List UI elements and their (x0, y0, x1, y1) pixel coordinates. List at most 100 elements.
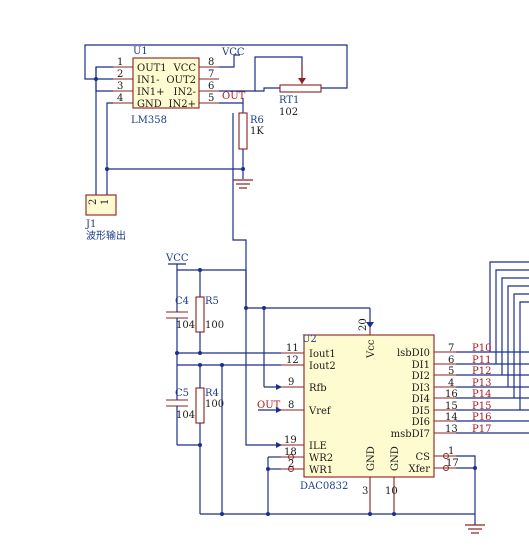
u1-pin1-number: 1 (117, 57, 123, 68)
c4-designator: C4 (175, 296, 189, 307)
rt1-value: 102 (279, 107, 298, 118)
j1-connector: 2 1 J1 波形输出 (85, 194, 126, 242)
u2-pin11-number: 11 (286, 343, 299, 354)
u2-pin10-number: 10 (385, 486, 398, 497)
rt1-potentiometer: RT1 102 (279, 62, 322, 118)
u2-pin6-number: 6 (448, 355, 454, 366)
c5-capacitor: C5 104 (166, 388, 195, 445)
ground-symbol-u2 (465, 524, 485, 534)
u2-pin20-name: Vcc (366, 339, 377, 359)
u2-pin6-name: DI1 (412, 360, 430, 371)
u1-designator: U1 (133, 46, 148, 57)
u2-pin17-number: 17 (446, 458, 459, 469)
r4-resistor: R4 100 (195, 365, 224, 514)
u1-pin4-number: 4 (117, 93, 123, 104)
rfb-arrow-icon (276, 384, 282, 390)
u2-pin9-number: 9 (288, 377, 294, 388)
c5-value: 104 (176, 410, 195, 421)
u2-pin18-number: 18 (284, 447, 297, 458)
u2-pin16-number: 16 (445, 389, 458, 400)
ground-symbol-u1 (233, 179, 253, 189)
u2-pin18-name: WR2 (309, 453, 333, 464)
net-label-p16: P16 (472, 412, 491, 423)
u2-pin14-number: 14 (445, 412, 458, 423)
net-label-p12: P12 (472, 366, 491, 377)
u1-pin8-number: 8 (208, 57, 214, 68)
u2-pin8-number: 8 (288, 400, 294, 411)
u2-pin8-name: Vref (308, 406, 332, 417)
u2-pin12-number: 12 (286, 355, 299, 366)
u2-pin13-number: 13 (445, 424, 458, 435)
u1-pin8-name: VCC (172, 63, 196, 74)
u2-dac0832-symbol: U2 DAC0832 20 Vcc 11 12 9 8 19 18 2 Iout… (281, 318, 459, 514)
r4-value: 100 (205, 399, 224, 410)
schematic-diagram: U1 LM358 OUT1 IN1- IN1+ GND VCC OUT2 IN2… (84, 44, 529, 534)
u2-pin14-name: DI6 (412, 417, 430, 428)
u1-pin7-number: 7 (208, 69, 214, 80)
u2-pin16-name: DI4 (412, 394, 430, 405)
u2-pin17-name: Xfer (408, 464, 430, 475)
u1-pin7-name: OUT2 (166, 75, 196, 86)
u1-pin2-name: IN1- (137, 75, 159, 86)
net-label-p15: P15 (472, 401, 491, 412)
c4-value: 104 (176, 320, 195, 331)
ile-arrow-icon (276, 442, 282, 448)
u2-pin1-number: 1 (448, 446, 454, 457)
r6-value: 1K (250, 126, 264, 137)
u2-pin7-name: lsbDI0 (397, 348, 430, 359)
u1-pin5-name: IN2+ (169, 99, 196, 110)
j1-pin2-number: 2 (88, 199, 99, 205)
u1-pin4-name: GND (137, 99, 162, 110)
u2-pin12-name: Iout2 (309, 361, 336, 372)
r6-resistor: R6 1K (238, 112, 264, 150)
net-label-p10: P10 (472, 343, 491, 354)
j1-label: 波形输出 (86, 229, 126, 242)
u2-pin5-number: 5 (448, 366, 454, 377)
r5-resistor: R5 100 (195, 296, 224, 353)
net-label-p14: P14 (472, 389, 491, 400)
r5-value: 100 (205, 320, 224, 331)
net-label-p11: P11 (472, 355, 491, 366)
u2-pin15-number: 15 (445, 401, 458, 412)
u2-pin4-name: DI3 (412, 383, 430, 394)
u1-pin5-number: 5 (208, 93, 214, 104)
u2-pin9-name: Rfb (309, 383, 327, 394)
u2-pin1-name: CS (415, 452, 430, 463)
u2-pin20-number: 20 (358, 318, 369, 331)
r4-designator: R4 (205, 388, 219, 399)
u2-pin19-number: 19 (284, 435, 297, 446)
u2-pin13-name: msbDI7 (391, 429, 430, 440)
u1-lm358-symbol: U1 LM358 OUT1 IN1- IN1+ GND VCC OUT2 IN2… (113, 46, 219, 126)
u2-pin11-name: Iout1 (309, 349, 336, 360)
u2-pin5-name: DI2 (412, 371, 430, 382)
u1-pin6-number: 6 (208, 81, 214, 92)
u2-pin7-number: 7 (448, 343, 454, 354)
u1-pin1-name: OUT1 (137, 63, 167, 74)
c5-designator: C5 (175, 388, 189, 399)
u1-pin3-number: 3 (117, 81, 123, 92)
r6-designator: R6 (250, 115, 264, 126)
u1-pin3-name: IN1+ (137, 87, 164, 98)
net-label-p17: P17 (472, 424, 491, 435)
u2-designator: U2 (302, 334, 317, 345)
u2-pin19-name: ILE (309, 441, 327, 452)
u2-pin4-number: 4 (448, 378, 454, 389)
u1-part-name: LM358 (131, 115, 167, 126)
j1-designator: J1 (85, 219, 96, 230)
u2-pin15-name: DI5 (412, 406, 430, 417)
u2-pin3-name: GND (366, 446, 377, 471)
j1-pin1-number: 1 (100, 199, 111, 205)
c4-capacitor: C4 104 (166, 296, 195, 393)
u2-pin10-name: GND (390, 446, 401, 471)
rt1-designator: RT1 (279, 95, 299, 106)
u2-pin2-name: WR1 (309, 465, 333, 476)
u1-pin6-name: IN2- (174, 87, 196, 98)
data-net-labels: P10 P11 P12 P13 P14 P15 P16 P17 (472, 343, 491, 435)
u2-part-name: DAC0832 (300, 481, 348, 492)
r5-designator: R5 (205, 296, 219, 307)
u1-pin2-number: 2 (117, 69, 123, 80)
net-label-out-top: OUT (222, 91, 246, 102)
net-label-vcc-left: VCC (165, 253, 189, 264)
net-label-p13: P13 (472, 378, 491, 389)
u2-pin2-number: 2 (288, 459, 294, 470)
